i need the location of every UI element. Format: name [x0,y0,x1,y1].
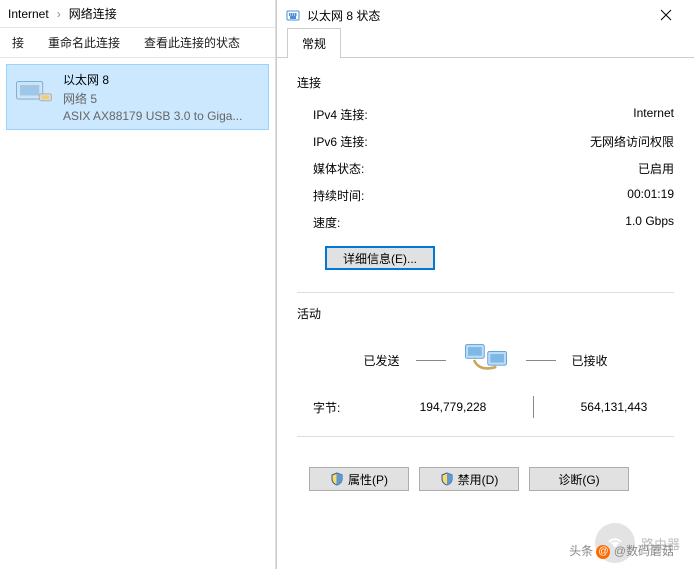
row-ipv4: IPv4 连接: Internet [297,101,674,128]
dialog-title: 以太网 8 状态 [307,7,646,24]
shield-icon [440,472,454,486]
ipv4-value: Internet [633,106,674,123]
bytes-label: 字节: [313,399,393,416]
network-connections-panel: Internet › 网络连接 接 重命名此连接 查看此连接的状态 以太网 8 … [0,0,276,569]
ethernet-icon [285,7,301,23]
diagnose-button[interactable]: 诊断(G) [529,467,629,491]
breadcrumb[interactable]: Internet › 网络连接 [0,0,275,28]
divider [297,292,674,293]
at-icon: @ [596,545,610,559]
divider-2 [297,436,674,437]
bytes-recv-value: 564,131,443 [554,400,674,414]
recv-label: 已接收 [572,352,608,369]
diagnose-button-label: 诊断(G) [558,471,599,488]
watermark-author: @数码蘑菇 [614,544,674,558]
bytes-row: 字节: 194,779,228 564,131,443 [297,390,674,424]
media-label: 媒体状态: [313,160,364,177]
breadcrumb-seg-connections[interactable]: 网络连接 [65,5,121,22]
action-buttons: 属性(P) 禁用(D) 诊断(G) [297,449,674,501]
properties-button[interactable]: 属性(P) [309,467,409,491]
media-value: 已启用 [638,160,674,177]
sent-label: 已发送 [363,352,399,369]
ipv6-label: IPv6 连接: [313,133,368,150]
activity-block: 已发送 已接收 字节: 194,779,228 564,131,443 [297,332,674,424]
speed-value: 1.0 Gbps [625,214,674,231]
dash-left [416,360,446,361]
activity-header: 已发送 已接收 [297,332,674,390]
row-speed: 速度: 1.0 Gbps [297,209,674,236]
ipv4-label: IPv4 连接: [313,106,368,123]
row-media: 媒体状态: 已启用 [297,155,674,182]
shield-icon [330,472,344,486]
row-duration: 持续时间: 00:01:19 [297,182,674,209]
watermark-bottom: 头条 @ @数码蘑菇 [569,542,674,559]
close-icon [660,9,672,21]
speed-label: 速度: [313,214,340,231]
toolbar-item-view-status[interactable]: 查看此连接的状态 [132,28,252,58]
row-ipv6: IPv6 连接: 无网络访问权限 [297,128,674,155]
adapter-item-ethernet8[interactable]: 以太网 8 网络 5 ASIX AX88179 USB 3.0 to Giga.… [6,64,269,130]
watermark-prefix: 头条 [569,544,593,558]
bytes-separator [533,396,534,418]
adapter-list: 以太网 8 网络 5 ASIX AX88179 USB 3.0 to Giga.… [0,58,275,136]
command-bar: 接 重命名此连接 查看此连接的状态 [0,28,275,58]
adapter-text: 以太网 8 网络 5 ASIX AX88179 USB 3.0 to Giga.… [63,71,242,123]
details-button[interactable]: 详细信息(E)... [325,246,435,270]
tab-general[interactable]: 常规 [287,28,341,58]
close-button[interactable] [646,1,686,29]
disable-button-label: 禁用(D) [458,471,499,488]
tabstrip: 常规 [277,30,694,58]
toolbar-item-connect[interactable]: 接 [0,28,36,58]
bytes-sent-value: 194,779,228 [393,400,513,414]
disable-button[interactable]: 禁用(D) [419,467,519,491]
titlebar: 以太网 8 状态 [277,0,694,30]
duration-label: 持续时间: [313,187,364,204]
adapter-device: ASIX AX88179 USB 3.0 to Giga... [63,109,242,123]
adapter-network: 网络 5 [63,90,242,107]
nic-icon [13,71,55,113]
computers-icon [462,340,510,380]
chevron-right-icon: › [53,7,65,21]
toolbar-item-rename[interactable]: 重命名此连接 [36,28,132,58]
ipv6-value: 无网络访问权限 [590,133,674,150]
duration-value: 00:01:19 [627,187,674,204]
properties-button-label: 属性(P) [348,471,388,488]
dash-right [526,360,556,361]
breadcrumb-seg-internet[interactable]: Internet [4,7,53,21]
section-connection-label: 连接 [297,74,674,91]
section-activity-label: 活动 [297,305,674,322]
status-dialog: 以太网 8 状态 常规 连接 IPv4 连接: Internet IPv6 连接… [276,0,694,569]
adapter-name: 以太网 8 [63,71,242,88]
dialog-body: 连接 IPv4 连接: Internet IPv6 连接: 无网络访问权限 媒体… [277,58,694,511]
